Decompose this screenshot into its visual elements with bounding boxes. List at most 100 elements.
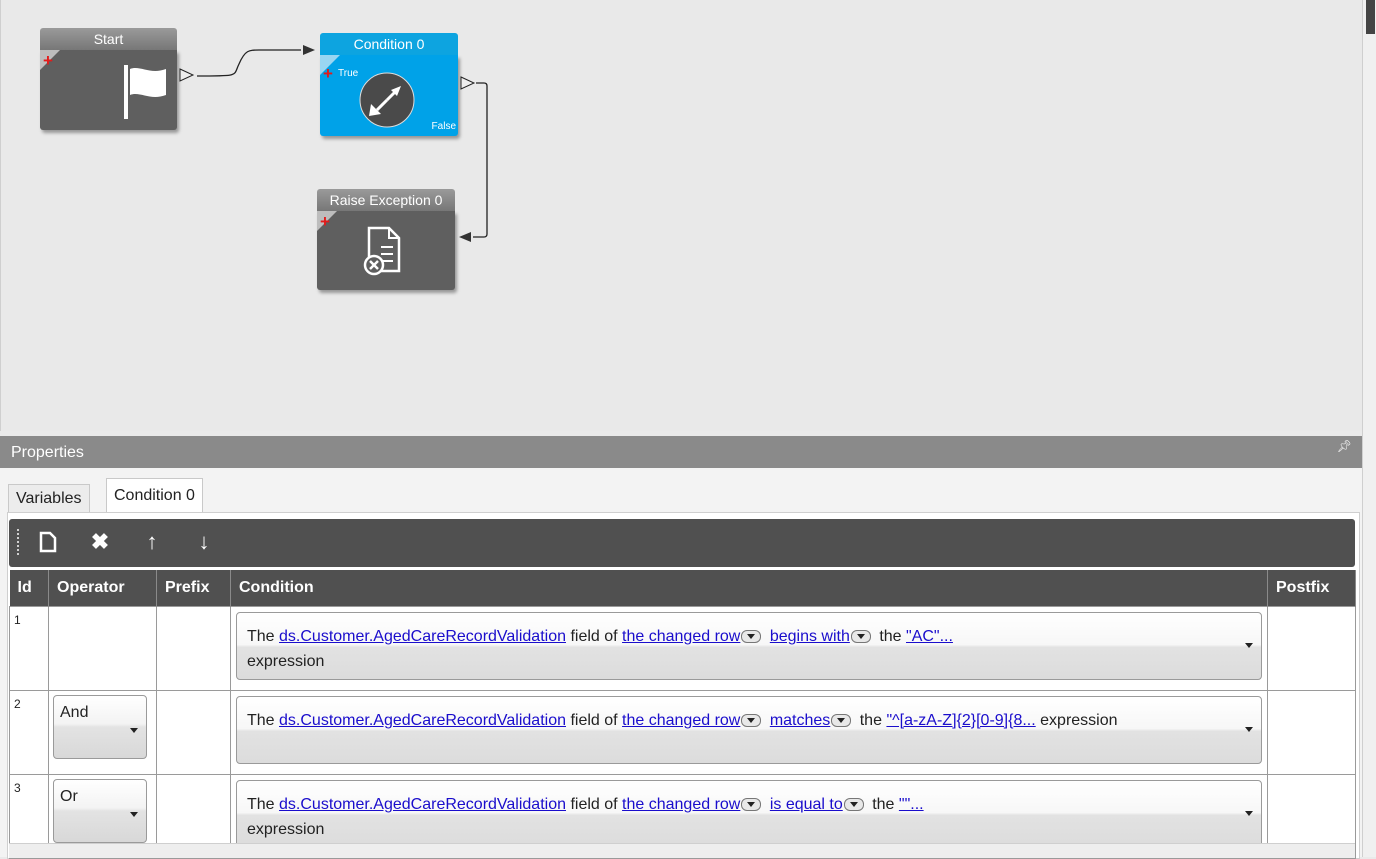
word-expression: expression bbox=[247, 653, 325, 670]
id-cell: 1 bbox=[9, 606, 49, 691]
operator-cell[interactable] bbox=[48, 606, 157, 691]
chevron-down-icon[interactable] bbox=[843, 798, 864, 812]
field-link[interactable]: ds.Customer.AgedCareRecordValidation bbox=[279, 796, 566, 813]
workflow-canvas[interactable]: Start + Condition 0 + True False Raise E… bbox=[0, 0, 1363, 431]
column-header-operator[interactable]: Operator bbox=[48, 570, 157, 607]
operator-dropdown[interactable]: And bbox=[53, 695, 147, 759]
postfix-cell[interactable] bbox=[1267, 690, 1356, 775]
id-cell: 2 bbox=[9, 690, 49, 775]
connector-condition-false-to-raise bbox=[473, 82, 488, 238]
tab-variables[interactable]: Variables bbox=[8, 484, 90, 513]
add-icon[interactable]: + bbox=[43, 52, 53, 69]
operator-value: And bbox=[60, 704, 89, 721]
conditions-grid: Id Operator Prefix Condition Postfix 1 T… bbox=[9, 570, 1356, 859]
word-the: the bbox=[872, 796, 895, 813]
field-link[interactable]: ds.Customer.AgedCareRecordValidation bbox=[279, 712, 566, 729]
flag-icon bbox=[124, 65, 166, 119]
row-source-link[interactable]: the changed row bbox=[622, 628, 740, 645]
scrollbar-thumb[interactable] bbox=[1366, 0, 1375, 34]
field-link[interactable]: ds.Customer.AgedCareRecordValidation bbox=[279, 628, 566, 645]
new-document-icon[interactable] bbox=[33, 527, 63, 557]
false-port-label: False bbox=[431, 121, 456, 132]
output-port-icon[interactable] bbox=[179, 68, 195, 82]
operator-link[interactable]: matches bbox=[770, 712, 830, 729]
grid-header-row: Id Operator Prefix Condition Postfix bbox=[9, 570, 1356, 607]
connector-lines bbox=[196, 45, 488, 242]
row-source-link[interactable]: the changed row bbox=[622, 712, 740, 729]
condition-text: The ds.Customer.AgedCareRecordValidation… bbox=[247, 708, 1231, 733]
chevron-down-icon[interactable] bbox=[1245, 727, 1253, 732]
postfix-cell[interactable] bbox=[1267, 606, 1356, 691]
operator-link[interactable]: is equal to bbox=[770, 796, 843, 813]
tab-condition-0[interactable]: Condition 0 bbox=[106, 478, 203, 513]
chevron-down-icon[interactable] bbox=[741, 798, 762, 812]
condition-arrows-icon bbox=[359, 72, 415, 128]
raise-exception-node-title: Raise Exception 0 bbox=[317, 189, 455, 211]
pin-icon[interactable]: 📌︎ bbox=[1337, 439, 1352, 453]
chevron-down-icon[interactable] bbox=[850, 630, 871, 644]
table-row[interactable]: 2 And The ds.Customer.AgedCareRecordVali… bbox=[9, 690, 1356, 775]
arrow-down-icon[interactable]: ↓ bbox=[189, 527, 219, 557]
output-port-icon[interactable] bbox=[460, 76, 476, 90]
chevron-down-icon[interactable] bbox=[1245, 811, 1253, 816]
chevron-down-icon[interactable] bbox=[1245, 643, 1253, 648]
condition-editor[interactable]: The ds.Customer.AgedCareRecordValidation… bbox=[236, 612, 1262, 680]
raise-exception-node[interactable]: Raise Exception 0 + bbox=[317, 189, 455, 290]
chevron-down-icon[interactable] bbox=[831, 714, 852, 728]
arrow-up-icon[interactable]: ↑ bbox=[137, 527, 167, 557]
word-field-of: field of bbox=[570, 712, 618, 729]
condition-text: The ds.Customer.AgedCareRecordValidation… bbox=[247, 792, 1231, 842]
arrow-in-raise bbox=[459, 232, 471, 242]
prefix-cell[interactable] bbox=[156, 606, 231, 691]
word-the: The bbox=[247, 712, 275, 729]
row-source-link[interactable]: the changed row bbox=[622, 796, 740, 813]
vertical-scrollbar[interactable] bbox=[1362, 0, 1376, 857]
true-port-label: True bbox=[338, 68, 359, 79]
condition-node[interactable]: Condition 0 + True False bbox=[320, 33, 476, 136]
value-link[interactable]: "^[a-zA-Z]{2}[0-9]{8... bbox=[886, 712, 1035, 729]
operator-dropdown[interactable]: Or bbox=[53, 779, 147, 843]
condition-editor[interactable]: The ds.Customer.AgedCareRecordValidation… bbox=[236, 780, 1262, 848]
column-header-condition[interactable]: Condition bbox=[230, 570, 1268, 607]
connector-start-to-condition bbox=[196, 49, 301, 77]
word-the: The bbox=[247, 796, 275, 813]
add-icon[interactable]: + bbox=[320, 213, 330, 230]
start-node-title: Start bbox=[40, 28, 177, 50]
chevron-down-icon[interactable] bbox=[741, 714, 762, 728]
word-expression: expression bbox=[1040, 712, 1118, 729]
condition-node-title: Condition 0 bbox=[320, 33, 458, 55]
word-field-of: field of bbox=[570, 628, 618, 645]
add-icon[interactable]: + bbox=[323, 65, 333, 82]
condition-cell: The ds.Customer.AgedCareRecordValidation… bbox=[230, 606, 1268, 691]
condition-toolbar: ✖ ↑ ↓ bbox=[9, 519, 1355, 567]
document-error-icon bbox=[363, 226, 401, 276]
condition-cell: The ds.Customer.AgedCareRecordValidation… bbox=[230, 690, 1268, 775]
word-expression: expression bbox=[247, 821, 325, 838]
value-link[interactable]: "AC"... bbox=[906, 628, 953, 645]
operator-value: Or bbox=[60, 788, 78, 805]
word-the: The bbox=[247, 628, 275, 645]
column-header-postfix[interactable]: Postfix bbox=[1267, 570, 1356, 607]
operator-link[interactable]: begins with bbox=[770, 628, 850, 645]
properties-title: Properties bbox=[11, 444, 84, 461]
properties-header: Properties 📌︎ bbox=[0, 436, 1362, 468]
condition-text: The ds.Customer.AgedCareRecordValidation… bbox=[247, 624, 1231, 674]
prefix-cell[interactable] bbox=[156, 690, 231, 775]
column-header-prefix[interactable]: Prefix bbox=[156, 570, 231, 607]
table-row[interactable]: 1 The ds.Customer.AgedCareRecordValidati… bbox=[9, 606, 1356, 691]
word-the: the bbox=[859, 712, 882, 729]
arrow-in-condition bbox=[303, 45, 315, 55]
toolbar-grip[interactable] bbox=[17, 529, 19, 557]
chevron-down-icon[interactable] bbox=[741, 630, 762, 644]
operator-cell: And bbox=[48, 690, 157, 775]
horizontal-scrollbar[interactable] bbox=[9, 843, 1355, 858]
start-node[interactable]: Start + bbox=[40, 28, 195, 130]
delete-x-icon[interactable]: ✖ bbox=[85, 527, 115, 557]
chevron-down-icon bbox=[130, 728, 138, 733]
value-link[interactable]: ""... bbox=[899, 796, 924, 813]
condition-editor[interactable]: The ds.Customer.AgedCareRecordValidation… bbox=[236, 696, 1262, 764]
chevron-down-icon bbox=[130, 812, 138, 817]
word-the: the bbox=[879, 628, 902, 645]
word-field-of: field of bbox=[570, 796, 618, 813]
column-header-id[interactable]: Id bbox=[9, 570, 49, 607]
